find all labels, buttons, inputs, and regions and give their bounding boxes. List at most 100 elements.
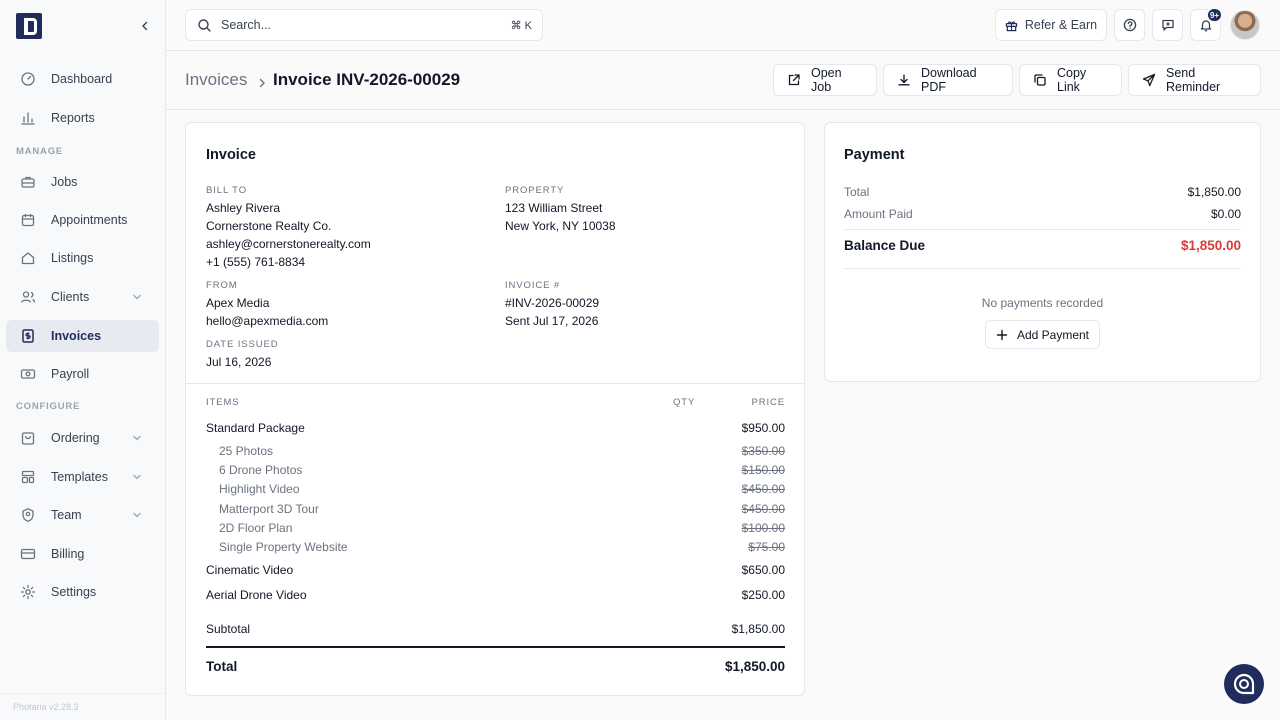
package-item-price: $75.00: [748, 540, 785, 554]
sidebar-item-label: Jobs: [51, 175, 78, 189]
search-placeholder: Search...: [221, 18, 272, 32]
page-header: Invoices Invoice INV-2026-00029 Open Job…: [166, 51, 1280, 110]
search-input[interactable]: Search... ⌘ K: [185, 9, 543, 41]
bill-to-name: Ashley Rivera: [206, 201, 281, 215]
sidebar-item-label: Payroll: [51, 367, 90, 381]
download-pdf-button[interactable]: Download PDF: [883, 64, 1013, 96]
chevron-down-icon: [131, 471, 143, 483]
sidebar-item-label: Team: [51, 508, 82, 522]
team-badge-icon: [20, 507, 36, 523]
sidebar-item-label: Dashboard: [51, 72, 113, 86]
package-item-name: Highlight Video: [219, 482, 300, 496]
banknote-icon: [20, 366, 36, 382]
package-item-name: 6 Drone Photos: [219, 463, 303, 477]
sidebar: Dashboard Reports MANAGE Jobs Appointmen…: [0, 0, 166, 720]
copy-link-button[interactable]: Copy Link: [1019, 64, 1122, 96]
package-item-price: $150.00: [741, 463, 785, 477]
amount-paid-value: $0.00: [1210, 207, 1241, 221]
search-icon: [197, 18, 212, 33]
refer-earn-label: Refer & Earn: [1024, 18, 1098, 32]
package-item-name: Single Property Website: [219, 540, 348, 554]
line-item-price: $950.00: [741, 421, 785, 435]
sidebar-item-appointments[interactable]: Appointments: [6, 204, 159, 236]
copy-icon: [1033, 73, 1047, 87]
message-square-icon: [1161, 19, 1174, 31]
sidebar-item-clients[interactable]: Clients: [6, 281, 159, 313]
property-line1: 123 William Street: [505, 201, 603, 215]
package-item-price: $450.00: [741, 482, 785, 496]
notifications-button[interactable]: 9+: [1190, 7, 1223, 41]
add-payment-button[interactable]: Add Payment: [985, 320, 1100, 349]
price-column-header: PRICE: [751, 397, 785, 408]
from-name: Apex Media: [206, 296, 270, 310]
date-issued-label: DATE ISSUED: [206, 339, 279, 350]
send-icon: [1142, 73, 1156, 87]
sidebar-item-templates[interactable]: Templates: [6, 461, 159, 493]
section-label-manage: MANAGE: [16, 146, 64, 157]
help-button[interactable]: [1114, 9, 1145, 41]
open-job-button[interactable]: Open Job: [773, 64, 877, 96]
sidebar-item-team[interactable]: Team: [6, 499, 159, 531]
package-item-price: $450.00: [741, 502, 785, 516]
subtotal-label: Subtotal: [206, 622, 251, 636]
bill-to-email: ashley@cornerstonerealty.com: [206, 237, 371, 251]
invoice-number: #INV-2026-00029: [505, 296, 600, 310]
download-pdf-label: Download PDF: [921, 66, 977, 94]
send-reminder-label: Send Reminder: [1166, 66, 1221, 94]
briefcase-icon: [20, 174, 36, 190]
line-item-name: Cinematic Video: [206, 563, 294, 577]
chevron-down-icon: [131, 509, 143, 521]
gear-icon: [20, 584, 36, 600]
sidebar-item-label: Templates: [51, 470, 108, 484]
sidebar-item-dashboard[interactable]: Dashboard: [6, 63, 159, 95]
gift-icon: [1005, 20, 1018, 31]
no-payments-message: No payments recorded: [981, 296, 1104, 310]
package-item-name: 25 Photos: [219, 444, 274, 458]
credit-card-icon: [20, 546, 36, 562]
balance-due-label: Balance Due: [844, 238, 926, 253]
package-item-name: 2D Floor Plan: [219, 521, 293, 535]
collapse-sidebar-button[interactable]: [137, 18, 153, 34]
total-divider: [206, 646, 785, 648]
send-reminder-button[interactable]: Send Reminder: [1128, 64, 1261, 96]
help-circle-icon: [1123, 18, 1136, 32]
property-label: PROPERTY: [505, 185, 565, 196]
add-payment-label: Add Payment: [1016, 327, 1090, 342]
external-link-icon: [787, 73, 801, 87]
search-shortcut: ⌘ K: [510, 20, 532, 32]
chevron-down-icon: [131, 291, 143, 303]
logo-row: [16, 13, 165, 39]
sidebar-item-invoices[interactable]: Invoices: [6, 320, 159, 352]
sidebar-item-listings[interactable]: Listings: [6, 242, 159, 274]
app-logo[interactable]: [16, 13, 42, 39]
sidebar-item-settings[interactable]: Settings: [6, 576, 159, 608]
chevron-down-icon: [131, 432, 143, 444]
sidebar-item-jobs[interactable]: Jobs: [6, 166, 159, 198]
breadcrumb-invoices-link[interactable]: Invoices: [185, 70, 247, 90]
line-item-name: Aerial Drone Video: [206, 588, 307, 602]
invoice-dollar-icon: [20, 328, 36, 344]
avatar[interactable]: [1230, 10, 1260, 40]
layout-template-icon: [20, 469, 36, 485]
sidebar-item-label: Clients: [51, 290, 90, 304]
sidebar-item-ordering[interactable]: Ordering: [6, 422, 159, 454]
feedback-button[interactable]: [1152, 9, 1183, 41]
invoice-sent-date: Sent Jul 17, 2026: [505, 314, 599, 328]
refer-earn-button[interactable]: Refer & Earn: [995, 9, 1107, 41]
items-column-header: ITEMS: [206, 397, 240, 408]
sidebar-item-label: Billing: [51, 547, 85, 561]
sidebar-item-label: Settings: [51, 585, 97, 599]
support-chat-button[interactable]: [1224, 664, 1264, 704]
notifications-badge: 9+: [1206, 7, 1223, 23]
users-icon: [20, 289, 36, 305]
sidebar-item-payroll[interactable]: Payroll: [6, 358, 159, 390]
payment-total-label: Total: [844, 185, 870, 199]
divider: [844, 229, 1241, 230]
sidebar-item-billing[interactable]: Billing: [6, 538, 159, 570]
invoice-card-title: Invoice: [206, 147, 256, 163]
sidebar-item-label: Appointments: [51, 213, 128, 227]
sidebar-item-reports[interactable]: Reports: [6, 102, 159, 134]
balance-due-value: $1,850.00: [1180, 238, 1241, 253]
bill-to-label: BILL TO: [206, 185, 247, 196]
chat-bubble-icon: [1233, 673, 1255, 695]
